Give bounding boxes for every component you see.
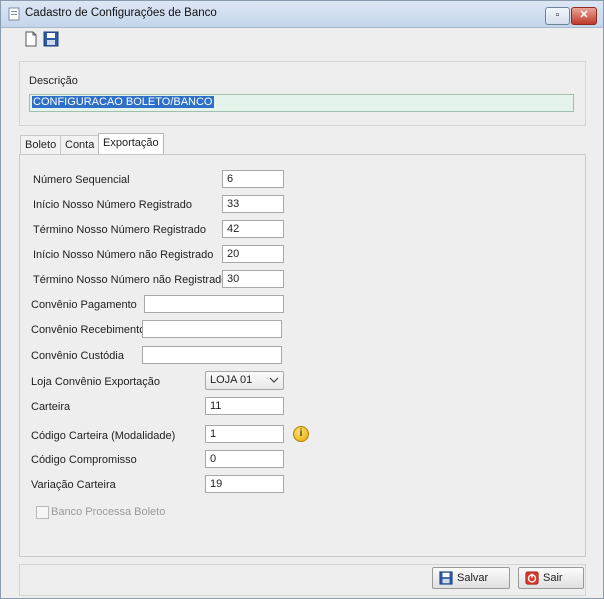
window-title: Cadastro de Configurações de Banco [25,7,217,19]
banco-processa-boleto-checkbox[interactable] [36,506,49,519]
convenio-custodia-input[interactable] [142,346,282,364]
description-field[interactable]: CONFIGURACAO BOLETO/BANCO [29,94,574,112]
codigo-compromisso-input[interactable]: 0 [205,450,284,468]
convenio-recebimento-label: Convênio Recebimento [31,324,146,336]
new-document-icon[interactable] [23,31,39,47]
variacao-carteira-input[interactable]: 19 [205,475,284,493]
save-icon [439,571,453,585]
variacao-carteira-label: Variação Carteira [31,479,116,491]
convenio-recebimento-input[interactable] [142,320,282,338]
chevron-down-icon [269,377,279,383]
save-icon[interactable] [43,31,59,47]
termino-nosso-nao-registrado-label: Término Nosso Número não Registrado [33,274,228,286]
tab-boleto[interactable]: Boleto [20,135,62,154]
termino-nosso-registrado-input[interactable]: 42 [222,220,284,238]
close-button[interactable]: ✕ [571,7,597,25]
save-button-label: Salvar [457,572,489,584]
termino-nosso-nao-registrado-input[interactable]: 30 [222,270,284,288]
convenio-custodia-label: Convênio Custódia [31,350,124,362]
tab-exportacao[interactable]: Exportação [98,133,164,154]
inicio-nosso-registrado-label: Início Nosso Número Registrado [33,199,192,211]
termino-nosso-registrado-label: Término Nosso Número Registrado [33,224,207,236]
save-button[interactable]: Salvar [432,567,510,589]
close-icon: ✕ [579,9,589,21]
codigo-carteira-label: Código Carteira (Modalidade) [31,430,176,442]
tab-conta[interactable]: Conta [60,135,100,154]
window: Cadastro de Configurações de Banco ▫ ✕ D… [0,0,604,599]
codigo-compromisso-label: Código Compromisso [31,454,137,466]
info-icon[interactable]: i [293,426,309,442]
app-document-icon [8,7,20,21]
description-value: CONFIGURACAO BOLETO/BANCO [32,96,214,108]
numero-sequencial-input[interactable]: 6 [222,170,284,188]
inicio-nosso-nao-registrado-label: Início Nosso Número não Registrado [33,249,214,261]
convenio-pagamento-input[interactable] [144,295,284,313]
carteira-label: Carteira [31,401,71,413]
carteira-input[interactable]: 11 [205,397,284,415]
numero-sequencial-label: Número Sequencial [33,174,130,186]
loja-convenio-exportacao-label: Loja Convênio Exportação [31,376,161,388]
restore-button[interactable]: ▫ [545,7,570,25]
power-exit-icon [525,571,539,585]
codigo-carteira-input[interactable]: 1 [205,425,284,443]
exit-button[interactable]: Sair [518,567,584,589]
restore-icon: ▫ [555,9,560,21]
exit-button-label: Sair [543,572,563,584]
inicio-nosso-nao-registrado-input[interactable]: 20 [222,245,284,263]
loja-convenio-exportacao-select[interactable]: LOJA 01 [205,371,284,390]
loja-convenio-exportacao-value: LOJA 01 [210,374,253,386]
inicio-nosso-registrado-input[interactable]: 33 [222,195,284,213]
convenio-pagamento-label: Convênio Pagamento [31,299,137,311]
description-label: Descrição [29,75,78,87]
title-bar: Cadastro de Configurações de Banco ▫ ✕ [1,1,603,28]
banco-processa-boleto-label: Banco Processa Boleto [51,506,166,518]
